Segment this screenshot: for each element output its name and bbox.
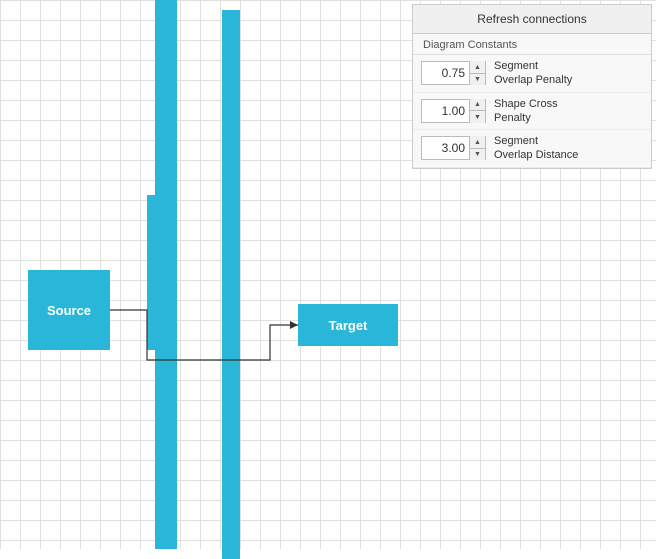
source-label: Source bbox=[47, 303, 91, 318]
refresh-connections-button[interactable]: Refresh connections bbox=[413, 5, 651, 34]
constant-label-0: Segment Overlap Penalty bbox=[494, 59, 572, 88]
spin-down-0[interactable]: ▼ bbox=[470, 74, 485, 86]
constant-row-0: 0.75 ▲ ▼ Segment Overlap Penalty bbox=[413, 55, 651, 93]
constant-input-wrap-0: 0.75 ▲ ▼ bbox=[421, 61, 486, 85]
diagram-constants-label: Diagram Constants bbox=[413, 34, 651, 55]
constant-value-1: 1.00 bbox=[422, 99, 469, 123]
control-panel: Refresh connections Diagram Constants 0.… bbox=[412, 4, 652, 169]
constant-row-1: 1.00 ▲ ▼ Shape Cross Penalty bbox=[413, 93, 651, 131]
constant-label-2: Segment Overlap Distance bbox=[494, 134, 578, 163]
cross-bar-medium bbox=[147, 195, 161, 350]
constant-input-wrap-1: 1.00 ▲ ▼ bbox=[421, 99, 486, 123]
spinner-0: ▲ ▼ bbox=[469, 61, 485, 85]
spin-down-2[interactable]: ▼ bbox=[470, 149, 485, 161]
spin-up-2[interactable]: ▲ bbox=[470, 136, 485, 149]
cross-bar-tall-center bbox=[222, 10, 240, 559]
spinner-1: ▲ ▼ bbox=[469, 99, 485, 123]
constant-label-1: Shape Cross Penalty bbox=[494, 97, 558, 126]
spin-up-0[interactable]: ▲ bbox=[470, 61, 485, 74]
spin-down-1[interactable]: ▼ bbox=[470, 111, 485, 123]
constant-input-wrap-2: 3.00 ▲ ▼ bbox=[421, 136, 486, 160]
spin-up-1[interactable]: ▲ bbox=[470, 99, 485, 112]
target-label: Target bbox=[329, 318, 368, 333]
constant-row-2: 3.00 ▲ ▼ Segment Overlap Distance bbox=[413, 130, 651, 168]
constant-value-2: 3.00 bbox=[422, 136, 469, 160]
source-shape[interactable]: Source bbox=[28, 270, 110, 350]
constant-value-0: 0.75 bbox=[422, 61, 469, 85]
spinner-2: ▲ ▼ bbox=[469, 136, 485, 160]
target-shape[interactable]: Target bbox=[298, 304, 398, 346]
